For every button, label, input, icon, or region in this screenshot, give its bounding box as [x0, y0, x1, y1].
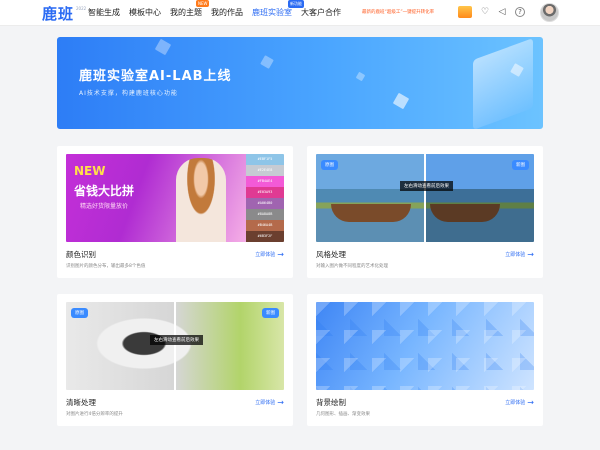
- feature-card-color-recognition[interactable]: NEW 省钱大比拼 精选好货限量放价 #EBF1F5 #E2E4E8 #FB4A…: [57, 146, 293, 278]
- dog-figure: [96, 312, 216, 382]
- link-label: 立即体验: [255, 252, 276, 258]
- nav-label: 鹿班实验室: [252, 8, 292, 17]
- luban-logo[interactable]: 鹿班: [42, 3, 74, 24]
- card-description: 识别图片的颜色分布，输出最多8个色值: [66, 264, 146, 269]
- banner-title: 鹿班实验室AI-LAB上线: [79, 69, 232, 84]
- link-label: 立即体验: [505, 400, 526, 406]
- help-icon[interactable]: ?: [515, 7, 525, 17]
- nav-item-template-center[interactable]: 模板中心: [129, 7, 161, 18]
- slide-hint-tooltip: 左右滑动查看前后效果: [400, 181, 453, 191]
- nav-label: 我的主题: [170, 8, 202, 17]
- link-label: 立即体验: [505, 252, 526, 258]
- slide-hint-tooltip: 左右滑动查看前后效果: [150, 335, 203, 345]
- color-swatch: #EBF1F5: [246, 154, 284, 165]
- style-processing-preview: 原图 新图 左右滑动查看前后效果: [316, 154, 534, 242]
- model-photo: [176, 158, 226, 242]
- feature-card-style-processing[interactable]: 原图 新图 左右滑动查看前后效果 风格处理 对输入图片做不同程度的艺术化处理 立…: [307, 146, 543, 278]
- promo-poster-image: NEW 省钱大比拼 精选好货限量放价: [66, 154, 246, 242]
- color-swatch: #E2E4E8: [246, 165, 284, 176]
- cube-decoration: [260, 55, 274, 69]
- nav-label: 我的作品: [211, 8, 243, 17]
- original-tag: 原图: [71, 308, 88, 318]
- card-description: 对图片进行4倍分辨率的提升: [66, 412, 123, 417]
- compare-slider-handle[interactable]: [424, 154, 426, 242]
- arrow-right-icon: →: [277, 398, 284, 407]
- card-description: 对输入图片做不同程度的艺术化处理: [316, 264, 388, 269]
- color-swatch: #8A8A8B: [246, 209, 284, 220]
- boat-hull: [430, 204, 500, 222]
- try-now-link[interactable]: 立即体验 →: [505, 398, 534, 407]
- speaker-icon[interactable]: ◁: [497, 7, 507, 17]
- color-swatch: #A064B0: [246, 198, 284, 209]
- lab-banner[interactable]: 鹿班实验室AI-LAB上线 AI技术支撑，构建鹿班核心功能: [57, 37, 543, 129]
- nav-item-lab[interactable]: 鹿班实验室 新功能: [252, 0, 304, 18]
- cube-decoration: [355, 71, 366, 82]
- glass-prism-illustration: [473, 38, 533, 129]
- color-recognition-preview: NEW 省钱大比拼 精选好货限量放价 #EBF1F5 #E2E4E8 #FB4A…: [66, 154, 284, 242]
- cube-decoration: [154, 38, 172, 56]
- clarity-processing-preview: 原图 新图 左右滑动查看前后效果: [66, 302, 284, 390]
- feature-card-background-drawing[interactable]: 背景绘制 几何图形、插画、渐变效果 立即体验 →: [307, 294, 543, 426]
- nav-label: 智能生成: [88, 8, 120, 17]
- color-swatch: #FB4AE4: [246, 176, 284, 187]
- cube-decoration: [392, 92, 410, 110]
- boat-hull: [331, 204, 411, 222]
- nav-label: 模板中心: [129, 8, 161, 17]
- nav-item-enterprise[interactable]: 大客户合作: [301, 7, 341, 18]
- color-swatch: #6B3F2F: [246, 231, 284, 242]
- feature-card-clarity-processing[interactable]: 原图 新图 左右滑动查看前后效果 清晰处理 对图片进行4倍分辨率的提升 立即体验…: [57, 294, 293, 426]
- color-swatch: #E03A93: [246, 187, 284, 198]
- try-now-link[interactable]: 立即体验 →: [505, 250, 534, 259]
- original-tag: 原图: [321, 160, 338, 170]
- nav-label: 大客户合作: [301, 8, 341, 17]
- main-nav: 智能生成 模板中心 我的主题 NEW 我的作品 鹿班实验室 新功能 大客户合作: [88, 0, 350, 18]
- card-description: 几何图形、插画、渐变效果: [316, 412, 370, 417]
- try-now-link[interactable]: 立即体验 →: [255, 398, 284, 407]
- card-title: 颜色识别: [66, 250, 96, 259]
- new-tag: 新图: [262, 308, 279, 318]
- card-title: 风格处理: [316, 250, 346, 259]
- low-poly-background-image: [316, 302, 534, 390]
- poster-new-text: NEW: [74, 164, 106, 178]
- heart-icon[interactable]: ♡: [480, 7, 490, 17]
- logo-superscript: 2022: [76, 6, 87, 11]
- banner-subtitle: AI技术支撑，构建鹿班核心功能: [79, 90, 178, 97]
- promo-link[interactable]: 最新的鹿班“超级工”一键提升转化率: [362, 9, 434, 15]
- arrow-right-icon: →: [527, 250, 534, 259]
- nav-item-my-themes[interactable]: 我的主题 NEW: [170, 0, 210, 18]
- background-drawing-preview: [316, 302, 534, 390]
- arrow-right-icon: →: [277, 250, 284, 259]
- color-swatch-list: #EBF1F5 #E2E4E8 #FB4AE4 #E03A93 #A064B0 …: [246, 154, 284, 242]
- color-swatch: #B46A4B: [246, 220, 284, 231]
- nav-item-smart-generate[interactable]: 智能生成: [88, 7, 120, 18]
- card-title: 背景绘制: [316, 398, 346, 407]
- try-now-link[interactable]: 立即体验 →: [255, 250, 284, 259]
- link-label: 立即体验: [255, 400, 276, 406]
- member-icon[interactable]: [458, 6, 472, 18]
- top-navigation-bar: 鹿班 2022 智能生成 模板中心 我的主题 NEW 我的作品 鹿班实验室 新功能 …: [0, 0, 600, 26]
- poster-headline: 省钱大比拼: [74, 184, 135, 198]
- new-tag: 新图: [512, 160, 529, 170]
- poster-subline: 精选好货限量放价: [80, 203, 129, 210]
- compare-slider-handle[interactable]: [174, 302, 176, 390]
- arrow-right-icon: →: [527, 398, 534, 407]
- new-badge: NEW: [196, 0, 210, 7]
- card-title: 清晰处理: [66, 398, 96, 407]
- nav-item-my-works[interactable]: 我的作品: [211, 7, 243, 18]
- user-avatar[interactable]: [540, 3, 559, 22]
